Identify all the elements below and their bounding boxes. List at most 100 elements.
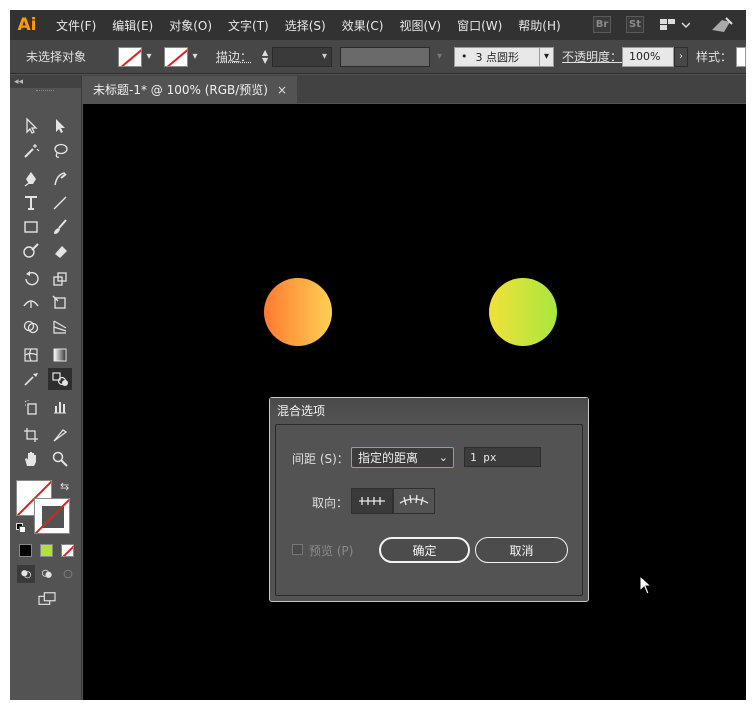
gradient-mode-button[interactable] <box>40 544 53 557</box>
selection-tool-icon[interactable] <box>19 115 43 137</box>
draw-normal-icon[interactable] <box>17 565 35 583</box>
eyedropper-tool-icon[interactable] <box>19 368 43 390</box>
document-tab-bar: 未标题-1* @ 100% (RGB/预览) × <box>83 75 746 103</box>
chevron-down-icon: ▾ <box>430 46 447 67</box>
stroke-weight-input[interactable]: ▾ <box>272 46 333 67</box>
menu-file[interactable]: 文件(F) <box>48 17 104 34</box>
brush-definition-select[interactable]: • 3 点圆形 <box>454 46 541 67</box>
dialog-title[interactable]: 混合选项 <box>270 398 588 422</box>
swap-fill-stroke-icon[interactable]: ⇆ <box>60 480 69 493</box>
preview-checkbox[interactable] <box>292 544 303 555</box>
close-icon[interactable]: × <box>277 83 287 97</box>
stock-button[interactable]: St <box>626 16 644 33</box>
symbol-sprayer-tool-icon[interactable] <box>19 396 43 418</box>
slice-tool-icon[interactable] <box>48 424 72 446</box>
chevron-down-icon[interactable]: ▾ <box>188 47 202 67</box>
none-mode-button[interactable] <box>61 544 74 557</box>
pen-tool-icon[interactable] <box>19 168 43 190</box>
lasso-tool-icon[interactable] <box>48 140 72 162</box>
type-tool-icon[interactable] <box>19 192 43 214</box>
screen-mode-icon[interactable] <box>34 589 60 609</box>
menu-window[interactable]: 窗口(W) <box>449 17 510 34</box>
default-fill-stroke-icon[interactable] <box>16 523 26 533</box>
blend-options-dialog: 混合选项 间距 (S)： 指定的距离 ⌄ 1 px 取向： 预览 (P) 确定 … <box>269 397 589 602</box>
menu-effect[interactable]: 效果(C) <box>334 17 392 34</box>
column-graph-tool-icon[interactable] <box>48 396 72 418</box>
variable-width-profile[interactable] <box>340 46 431 67</box>
width-tool-icon[interactable] <box>19 292 43 314</box>
shape-builder-tool-icon[interactable] <box>19 316 43 338</box>
cancel-button[interactable]: 取消 <box>475 537 568 563</box>
illustrator-window: Ai 文件(F) 编辑(E) 对象(O) 文字(T) 选择(S) 效果(C) 视… <box>10 10 746 700</box>
menu-view[interactable]: 视图(V) <box>391 17 449 34</box>
menu-select[interactable]: 选择(S) <box>277 17 334 34</box>
scale-tool-icon[interactable] <box>48 268 72 290</box>
align-to-path-button[interactable] <box>393 488 435 514</box>
draw-behind-icon[interactable] <box>38 565 56 583</box>
zoom-tool-icon[interactable] <box>48 448 72 470</box>
chevron-down-icon[interactable]: ▾ <box>142 47 156 67</box>
perspective-grid-tool-icon[interactable] <box>48 316 72 338</box>
menu-object[interactable]: 对象(O) <box>161 17 220 34</box>
selection-status: 未选择对象 <box>26 50 87 64</box>
preview-label[interactable]: 预览 (P) <box>309 542 353 559</box>
document-tab[interactable]: 未标题-1* @ 100% (RGB/预览) × <box>83 76 297 103</box>
orientation-label: 取向： <box>312 496 349 510</box>
opacity-label[interactable]: 不透明度： <box>562 48 622 65</box>
ok-button[interactable]: 确定 <box>379 537 470 563</box>
menu-help[interactable]: 帮助(H) <box>510 17 568 34</box>
stroke-weight-stepper[interactable]: ▲ ▼ <box>258 47 272 67</box>
menu-edit[interactable]: 编辑(E) <box>104 17 161 34</box>
dialog-body: 间距 (S)： 指定的距离 ⌄ 1 px 取向： 预览 (P) 确定 取消 <box>275 424 583 596</box>
bridge-button[interactable]: Br <box>593 16 611 33</box>
panel-grip[interactable] <box>36 90 54 92</box>
style-label: 样式： <box>696 50 733 64</box>
chevron-right-icon[interactable]: › <box>674 46 689 67</box>
orange-gradient-circle[interactable] <box>264 278 332 346</box>
chevron-down-icon: ⌄ <box>438 451 448 464</box>
menu-bar: Ai 文件(F) 编辑(E) 对象(O) 文字(T) 选择(S) 效果(C) 视… <box>10 10 746 40</box>
blend-tool-icon[interactable] <box>48 368 72 390</box>
magic-wand-tool-icon[interactable] <box>19 140 43 162</box>
shaper-tool-icon[interactable] <box>19 240 43 262</box>
workspace-switcher-icon[interactable] <box>660 18 691 35</box>
fill-swatch[interactable] <box>118 46 142 67</box>
spacing-distance-input[interactable]: 1 px <box>464 447 541 467</box>
document-tab-title: 未标题-1* @ 100% (RGB/预览) <box>93 83 268 97</box>
app-logo: Ai <box>17 15 37 35</box>
collapse-panel-icon[interactable]: ◂◂ <box>10 75 81 88</box>
rectangle-tool-icon[interactable] <box>19 216 43 238</box>
brush-dot-icon: • <box>461 50 468 63</box>
green-gradient-circle[interactable] <box>489 278 557 346</box>
spacing-mode-value: 指定的距离 <box>358 451 419 465</box>
graphic-style-swatch[interactable] <box>736 46 746 67</box>
align-to-page-button[interactable] <box>351 488 393 514</box>
hand-tool-icon[interactable] <box>19 448 43 470</box>
stroke-swatch[interactable] <box>164 46 188 67</box>
mesh-tool-icon[interactable] <box>19 344 43 366</box>
eraser-tool-icon[interactable] <box>48 240 72 262</box>
opacity-input[interactable]: 100% <box>622 46 675 67</box>
brush-value: 3 点圆形 <box>475 50 520 64</box>
free-transform-tool-icon[interactable] <box>48 292 72 314</box>
stroke-label[interactable]: 描边： <box>216 48 252 65</box>
gradient-tool-icon[interactable] <box>48 344 72 366</box>
stroke-color-swatch[interactable] <box>34 498 70 534</box>
spacing-select[interactable]: 指定的距离 ⌄ <box>351 447 454 468</box>
spacing-label: 间距 (S)： <box>292 452 349 466</box>
align-to-path-icon <box>399 494 429 506</box>
menu-type[interactable]: 文字(T) <box>220 17 277 34</box>
curvature-tool-icon[interactable] <box>48 168 72 190</box>
direct-selection-tool-icon[interactable] <box>48 115 72 137</box>
color-mode-button[interactable] <box>19 544 32 557</box>
rotate-tool-icon[interactable] <box>19 268 43 290</box>
align-to-page-icon <box>359 497 385 505</box>
control-bar: 未选择对象 ▾ ▾ 描边： ▲ ▼ ▾ ▾ • 3 点圆形 ▾ 不透明度： 100… <box>10 40 746 74</box>
artboard-tool-icon[interactable] <box>19 424 43 446</box>
line-segment-tool-icon[interactable] <box>48 192 72 214</box>
draw-inside-icon[interactable] <box>59 565 77 583</box>
chevron-down-icon[interactable]: ▾ <box>540 46 555 67</box>
gpu-performance-icon[interactable] <box>710 16 734 37</box>
tools-panel: ◂◂ ⇆ <box>10 75 82 700</box>
paintbrush-tool-icon[interactable] <box>48 216 72 238</box>
